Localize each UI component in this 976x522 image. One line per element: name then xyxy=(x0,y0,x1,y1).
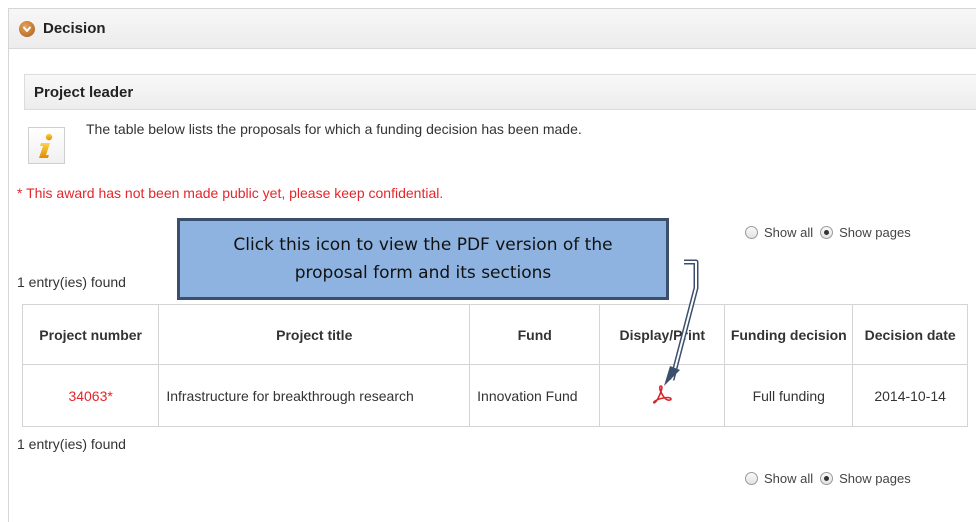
col-fund[interactable]: Fund xyxy=(469,304,601,365)
show-pages-label[interactable]: Show pages xyxy=(839,225,911,240)
project-leader-header: Project leader xyxy=(24,74,976,110)
info-icon xyxy=(28,127,65,164)
chevron-down-icon[interactable] xyxy=(19,20,35,37)
panel-title: Decision xyxy=(43,20,106,37)
fund-cell: Innovation Fund xyxy=(469,364,601,427)
col-decision-date[interactable]: Decision date xyxy=(852,304,968,365)
pagination-options-bottom: Show all Show pages xyxy=(745,471,918,486)
decisions-table: Project number Project title Fund Displa… xyxy=(21,304,968,427)
section-title: Project leader xyxy=(34,83,134,101)
tutorial-callout: Click this icon to view the PDF version … xyxy=(177,218,669,300)
confidential-notice: * This award has not been made public ye… xyxy=(17,185,444,201)
show-pages-label[interactable]: Show pages xyxy=(839,471,911,486)
project-number-link[interactable]: 34063* xyxy=(68,388,112,404)
table-header-row: Project number Project title Fund Displa… xyxy=(21,304,968,365)
decision-panel-header[interactable]: Decision xyxy=(9,9,976,49)
info-message: The table below lists the proposals for … xyxy=(86,121,582,137)
funding-decision-cell: Full funding xyxy=(724,364,854,427)
col-project-title[interactable]: Project title xyxy=(158,304,471,365)
show-all-label[interactable]: Show all xyxy=(764,471,813,486)
project-title-cell: Infrastructure for breakthrough research xyxy=(158,364,471,427)
col-project-number[interactable]: Project number xyxy=(21,304,160,365)
callout-text: Click this icon to view the PDF version … xyxy=(233,235,613,283)
show-all-radio[interactable] xyxy=(745,226,758,239)
show-all-label[interactable]: Show all xyxy=(764,225,813,240)
col-display-print: Display/Print xyxy=(599,304,726,365)
col-funding-decision[interactable]: Funding decision xyxy=(724,304,854,365)
display-print-cell xyxy=(599,364,726,427)
table-row: 34063* Infrastructure for breakthrough r… xyxy=(21,364,968,427)
show-pages-radio[interactable] xyxy=(820,472,834,485)
decision-date-cell: 2014-10-14 xyxy=(852,364,968,427)
pagination-options-top: Show all Show pages xyxy=(745,225,918,240)
results-count-bottom: 1 entry(ies) found xyxy=(17,436,126,452)
show-all-radio[interactable] xyxy=(745,472,758,485)
pdf-icon[interactable] xyxy=(651,384,673,407)
results-count-top: 1 entry(ies) found xyxy=(17,274,126,290)
show-pages-radio[interactable] xyxy=(820,226,834,239)
